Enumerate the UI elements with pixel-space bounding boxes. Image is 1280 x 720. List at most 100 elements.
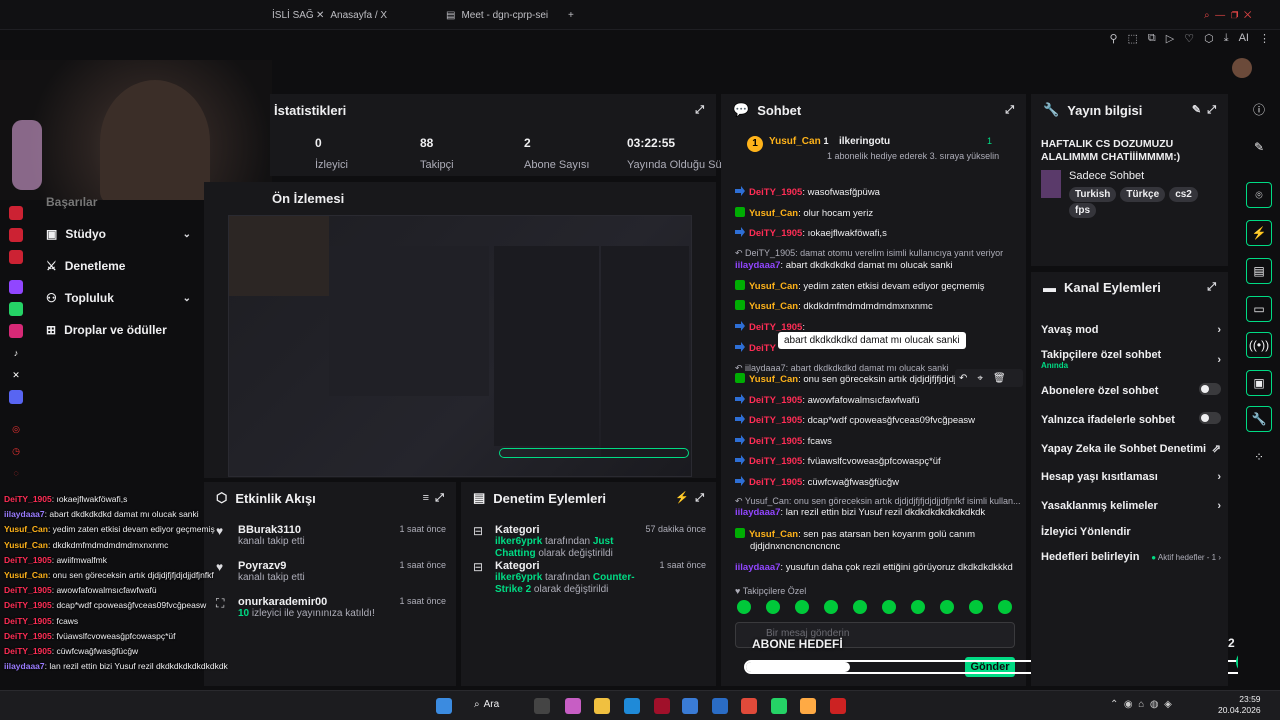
nav-drops[interactable]: ⊞ Droplar ve ödüller	[46, 323, 191, 337]
nav-community[interactable]: ⚇ Topluluk ⌄	[46, 291, 191, 305]
clock[interactable]: 23:59 20.04.2026	[1218, 694, 1261, 716]
stream-preview-video[interactable]	[228, 215, 692, 477]
window-controls[interactable]: ⌕ — ❐ ✕	[1204, 6, 1252, 24]
studio-icon[interactable]	[9, 228, 23, 242]
delete-icon[interactable]: 🗑	[993, 373, 1006, 384]
clock-icon[interactable]: ◷	[9, 444, 23, 458]
chat-username[interactable]: DeiTY_1905	[749, 456, 802, 467]
whatsapp-icon[interactable]	[9, 302, 23, 316]
chat-message[interactable]: DeiTY_1905: awowfafowalmsıcfawfwafü	[735, 394, 1020, 407]
chat-username[interactable]: DeiTY	[749, 343, 776, 354]
nav-achievements[interactable]: Başarılar	[46, 195, 191, 209]
chat-username[interactable]: DeiTY_1905	[749, 415, 802, 426]
reply-icon[interactable]: ↶	[959, 373, 967, 384]
popout-icon[interactable]: ⤢	[1207, 281, 1216, 294]
emote[interactable]	[795, 600, 809, 614]
nav-studio[interactable]: ▣ Stüdyo ⌄	[46, 227, 191, 241]
instagram-icon[interactable]	[9, 324, 23, 338]
emote[interactable]	[737, 600, 751, 614]
frame-icon[interactable]: ⬚	[1128, 32, 1138, 48]
tiktok-icon[interactable]: ♪	[9, 346, 23, 360]
action-ai-moderation[interactable]: Yapay Zeka ile Sohbet Denetimi ⇗	[1041, 442, 1221, 456]
chat-username[interactable]: DeiTY_1905	[749, 477, 802, 488]
chat-icon[interactable]: ◌	[9, 466, 23, 480]
home-icon[interactable]	[9, 206, 23, 220]
explorer-icon[interactable]	[594, 698, 610, 714]
emote[interactable]	[824, 600, 838, 614]
discord-icon[interactable]	[9, 390, 23, 404]
tray-icons[interactable]: ⌃ ◉ ⌂ ◍ ◈	[1110, 699, 1172, 710]
app-icon[interactable]	[800, 698, 816, 714]
popout-icon[interactable]: ⤢	[1005, 104, 1014, 117]
browser-tab[interactable]: İSLİ SAĞ	[272, 6, 314, 24]
x-icon[interactable]: ✕	[9, 368, 23, 382]
toggle[interactable]	[1199, 383, 1221, 395]
emote[interactable]	[882, 600, 896, 614]
copy-icon[interactable]: ⧉	[1148, 32, 1156, 48]
chat-username[interactable]: iilaydaaa7	[735, 562, 780, 573]
mod-icon[interactable]	[9, 250, 23, 264]
chat-username[interactable]: DeiTY_1905	[749, 395, 802, 406]
extension-icon[interactable]: ⬡	[1204, 32, 1214, 48]
toggle[interactable]	[1199, 412, 1221, 424]
action-subscribers-only[interactable]: Abonelere özel sohbet	[1041, 383, 1221, 398]
menu-icon[interactable]: ⋮	[1259, 32, 1270, 48]
leaderboard-entry[interactable]: ilkeringotu	[839, 136, 890, 147]
chat-message-continuation[interactable]: djdjdnxncncncncncnc	[750, 541, 1035, 553]
avatar[interactable]	[1232, 58, 1252, 78]
browser-tab[interactable]: ▤ Meet - dgn-cprp-sei	[446, 6, 548, 24]
tag[interactable]: Türkçe	[1120, 187, 1166, 202]
nav-moderation[interactable]: ⚔ Denetleme	[46, 259, 191, 273]
chat-username[interactable]: DeiTY_1905	[749, 436, 802, 447]
emote[interactable]	[853, 600, 867, 614]
chat-username[interactable]: Yusuf_Can	[749, 301, 798, 312]
action-followers-only[interactable]: Takipçilere özel sohbet Anında ›	[1041, 349, 1221, 370]
action-goals[interactable]: Hedefleri belirleyin ● Aktif hedefler - 1…	[1041, 551, 1221, 563]
emote[interactable]	[998, 600, 1012, 614]
app-icon[interactable]	[830, 698, 846, 714]
chat-message[interactable]: DeiTY_1905: cüwfcwağfwasğfücğw	[735, 476, 1020, 489]
chat-username[interactable]: DeiTY_1905	[749, 228, 802, 239]
chat-message[interactable]: Yusuf_Can: dkdkdmfmdmdmdmdmxnxnmc	[735, 300, 1020, 313]
chat-message[interactable]: iilaydaaa7: lan rezil ettin bizi Yusuf r…	[735, 507, 1020, 519]
wrench-icon[interactable]: 🔧	[1246, 406, 1272, 432]
filter-icon[interactable]: ⚡ ⤢	[675, 491, 704, 505]
info-icon[interactable]: ⓘ	[1246, 96, 1272, 122]
edit-icon[interactable]: ✎ ⤢	[1192, 103, 1216, 117]
bolt-icon[interactable]: ⚡	[1246, 220, 1272, 246]
chat-message[interactable]: DeiTY_1905: wasofwasfğpüwa	[735, 186, 1020, 199]
action-slow-mode[interactable]: Yavaş mod ›	[1041, 324, 1221, 336]
play-icon[interactable]: ▷	[1166, 32, 1174, 48]
chat-message[interactable]: DeiTY_1905: ıokaejflwakföwafi,s	[735, 227, 1020, 240]
copilot-icon[interactable]	[565, 698, 581, 714]
action-host[interactable]: İzleyici Yönlendir	[1041, 526, 1221, 538]
chat-message[interactable]: Yusuf_Can: olur hocam yeriz	[735, 207, 1020, 220]
chat-message[interactable]: Yusuf_Can: yedim zaten etkisi devam ediy…	[735, 280, 1020, 293]
emote[interactable]	[940, 600, 954, 614]
chat-message[interactable]: DeiTY_1905: fvüawslfcvoweasğpfcowaspç*üf	[735, 455, 1020, 468]
start-icon[interactable]	[436, 698, 452, 714]
chat-message[interactable]: iilaydaaa7: yusufun daha çok rezil ettiğ…	[735, 562, 1020, 574]
emote[interactable]	[911, 600, 925, 614]
chat-username[interactable]: Yusuf_Can	[749, 208, 798, 219]
action-banned-words[interactable]: Yasaklanmış kelimeler ›	[1041, 500, 1221, 512]
pin-icon[interactable]: ⌖	[977, 373, 983, 384]
chat-username[interactable]: Yusuf_Can	[749, 529, 798, 540]
pencil-icon[interactable]: ✎	[1246, 134, 1272, 160]
tag[interactable]: fps	[1069, 203, 1096, 218]
circle-icon[interactable]: ◎	[9, 422, 23, 436]
taskview-icon[interactable]	[534, 698, 550, 714]
chat-username[interactable]: Yusuf_Can	[749, 374, 798, 385]
chat-username[interactable]: iilaydaaa7	[735, 507, 780, 518]
browser-tab[interactable]: ✕ Anasayfa / X	[316, 6, 387, 24]
tag[interactable]: Turkish	[1069, 187, 1117, 202]
tag[interactable]: cs2	[1169, 187, 1198, 202]
chrome-icon[interactable]	[741, 698, 757, 714]
chat-reply-context[interactable]: ↶ Yusuf_Can: onu sen göreceksin artık dj…	[735, 495, 1020, 507]
emote[interactable]	[766, 600, 780, 614]
clip-icon[interactable]: ⌾	[1246, 182, 1272, 208]
chat-message[interactable]: DeiTY_1905: dcap*wdf cpoweasğfvceas09fvc…	[735, 414, 1020, 427]
chat-message[interactable]: iilaydaaa7: abart dkdkdkdkd damat mı olu…	[735, 260, 1020, 272]
store-icon[interactable]	[682, 698, 698, 714]
chat-message[interactable]: Yusuf_Can: sen pas atarsan ben koyarım g…	[735, 528, 1020, 541]
